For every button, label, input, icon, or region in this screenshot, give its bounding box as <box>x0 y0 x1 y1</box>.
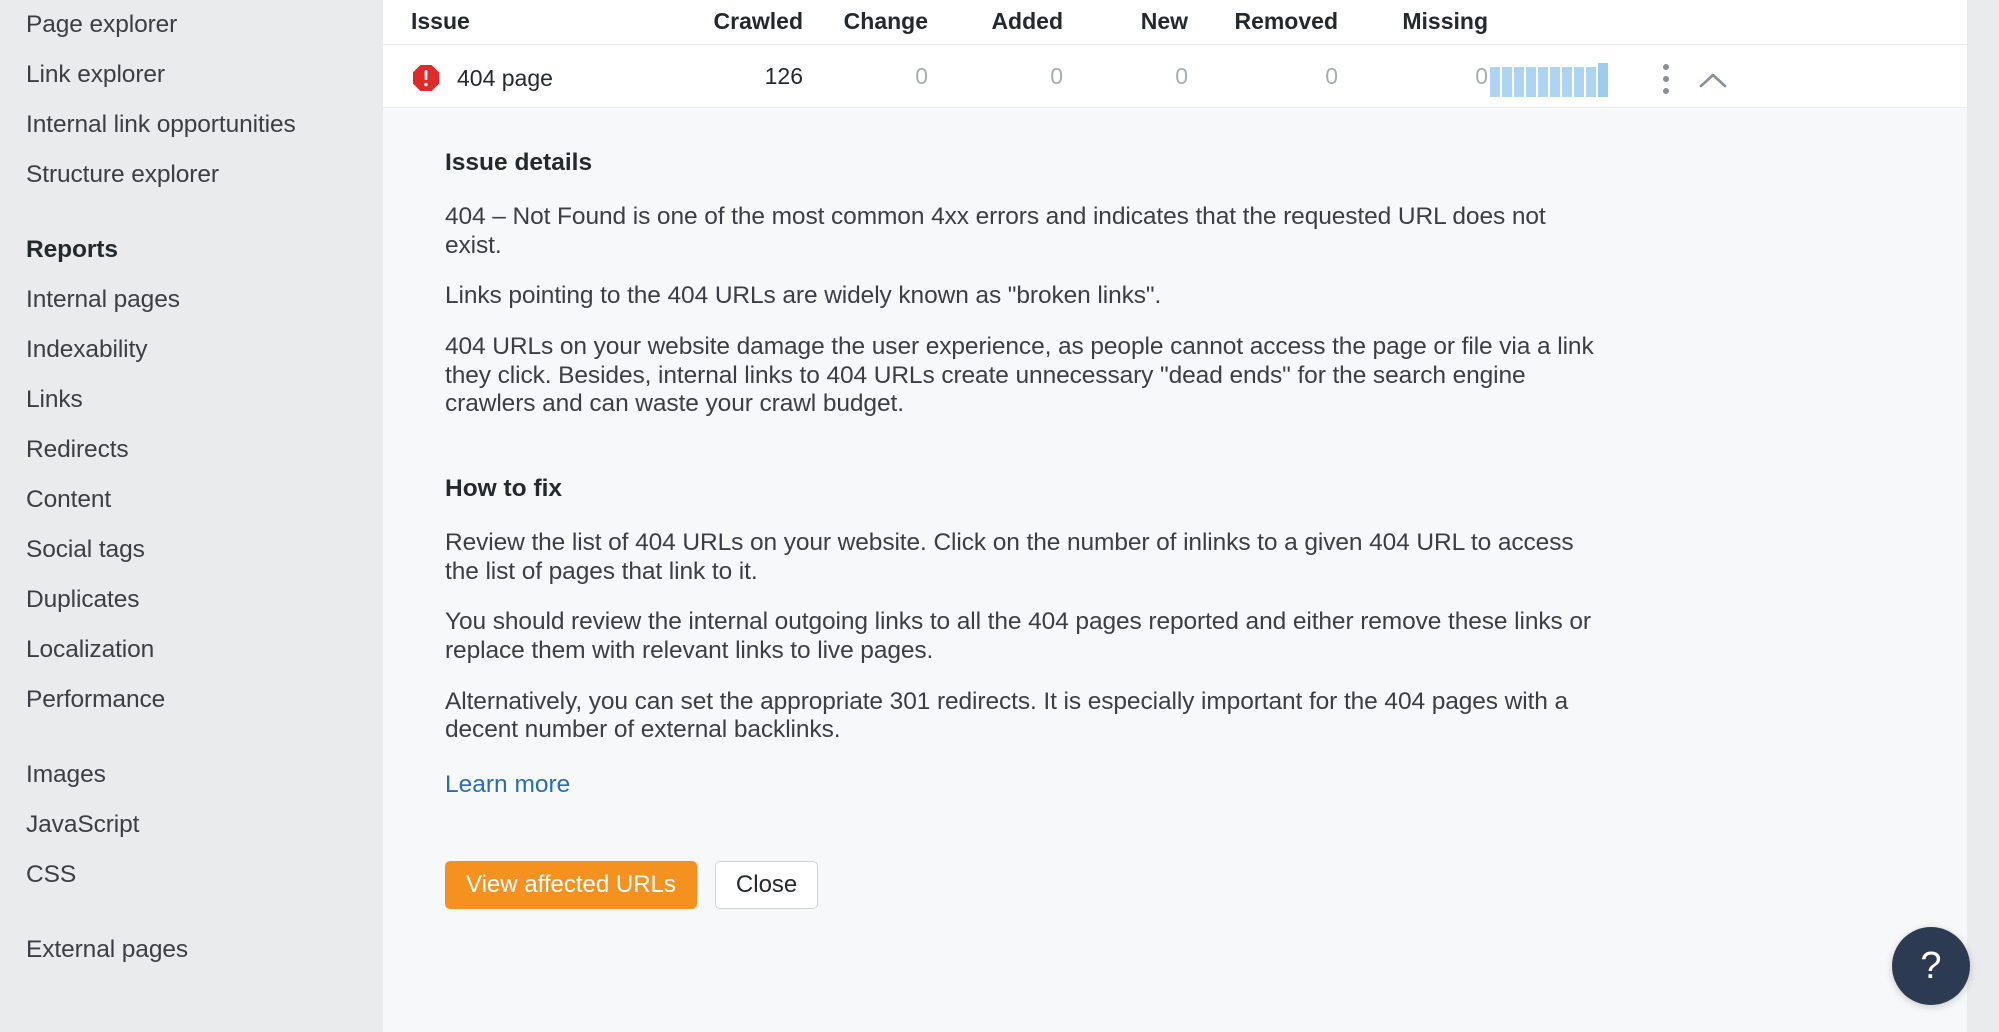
issue-cell: 404 page <box>411 63 553 93</box>
sidebar-item-links[interactable]: Links <box>0 375 383 425</box>
column-header-missing[interactable]: Missing <box>1338 8 1488 35</box>
cell-removed: 0 <box>1188 63 1338 90</box>
sidebar-divider-2 <box>0 725 383 750</box>
cell-change: 0 <box>803 63 928 90</box>
kebab-dot <box>1663 88 1669 94</box>
chevron-up-icon[interactable] <box>1693 67 1733 95</box>
sparkline-bar <box>1550 67 1560 97</box>
how-to-fix-paragraph-3: Alternatively, you can set the appropria… <box>445 688 1595 745</box>
learn-more-link[interactable]: Learn more <box>445 771 570 799</box>
cell-added: 0 <box>928 63 1063 90</box>
main-content: Issue Crawled Change Added New Removed <box>383 0 1967 1032</box>
column-header-missing-label: Missing <box>1338 8 1488 35</box>
sidebar-item-social-tags[interactable]: Social tags <box>0 525 383 575</box>
issue-details-heading: Issue details <box>445 149 1905 177</box>
sidebar-item-internal-pages[interactable]: Internal pages <box>0 275 383 325</box>
column-header-issue-label: Issue <box>411 8 470 35</box>
sparkline-bar <box>1538 67 1548 97</box>
column-header-crawled-label: Crawled <box>628 8 803 35</box>
view-affected-urls-button[interactable]: View affected URLs <box>445 861 697 909</box>
column-header-added[interactable]: Added <box>928 8 1063 35</box>
cell-missing: 0 <box>1338 63 1488 90</box>
kebab-dot <box>1663 64 1669 70</box>
sparkline-bar <box>1598 63 1608 97</box>
sparkline-bar <box>1490 67 1500 97</box>
sidebar-item-css[interactable]: CSS <box>0 850 383 900</box>
column-header-issue[interactable]: Issue <box>411 8 470 35</box>
issue-details-paragraph-2: Links pointing to the 404 URLs are widel… <box>445 282 1575 311</box>
issues-panel: Issue Crawled Change Added New Removed <box>383 0 1967 1032</box>
how-to-fix-paragraph-2: You should review the internal outgoing … <box>445 608 1595 665</box>
column-header-change-label: Change <box>803 8 928 35</box>
sidebar-divider-3 <box>0 900 383 925</box>
sidebar-item-link-explorer[interactable]: Link explorer <box>0 50 383 100</box>
sidebar-divider-1 <box>0 200 383 225</box>
sparkline-bar <box>1502 67 1512 97</box>
sidebar-item-redirects[interactable]: Redirects <box>0 425 383 475</box>
how-to-fix-heading: How to fix <box>445 475 1905 503</box>
sparkline-bar <box>1574 67 1584 97</box>
how-to-fix-paragraph-1: Review the list of 404 URLs on your webs… <box>445 529 1595 586</box>
column-header-new-label: New <box>1063 8 1188 35</box>
issue-details-paragraph-1: 404 – Not Found is one of the most commo… <box>445 203 1575 260</box>
sidebar-section-reports: Reports <box>0 225 383 275</box>
help-button[interactable]: ? <box>1892 927 1970 1005</box>
sidebar-item-javascript[interactable]: JavaScript <box>0 800 383 850</box>
sparkline-bar <box>1514 67 1524 97</box>
sparkline-chart <box>1490 63 1613 97</box>
sidebar-item-indexability[interactable]: Indexability <box>0 325 383 375</box>
sidebar-item-localization[interactable]: Localization <box>0 625 383 675</box>
sidebar-item-page-explorer[interactable]: Page explorer <box>0 0 383 50</box>
sidebar-item-internal-link-opportunities[interactable]: Internal link opportunities <box>0 100 383 150</box>
detail-action-buttons: View affected URLs Close <box>445 861 1905 909</box>
sidebar-item-content[interactable]: Content <box>0 475 383 525</box>
error-icon <box>411 63 441 93</box>
cell-new: 0 <box>1063 63 1188 90</box>
issues-table-header: Issue Crawled Change Added New Removed <box>383 0 1967 45</box>
right-gutter <box>1967 0 1999 1032</box>
cell-crawled[interactable]: 126 <box>628 63 803 90</box>
sparkline-bar <box>1586 67 1596 97</box>
issue-name: 404 page <box>457 65 553 92</box>
sparkline-bar <box>1526 67 1536 97</box>
column-header-change[interactable]: Change <box>803 8 928 35</box>
sidebar-item-images[interactable]: Images <box>0 750 383 800</box>
kebab-dot <box>1663 76 1669 82</box>
sparkline-bar <box>1562 67 1572 97</box>
more-options-icon[interactable] <box>1661 64 1671 96</box>
issue-details-paragraph-3: 404 URLs on your website damage the user… <box>445 333 1595 419</box>
sidebar-item-external-pages[interactable]: External pages <box>0 925 383 975</box>
app-root: Page explorer Link explorer Internal lin… <box>0 0 1999 1032</box>
column-header-crawled[interactable]: Crawled <box>628 8 803 35</box>
column-header-removed[interactable]: Removed <box>1188 8 1338 35</box>
sidebar-item-performance[interactable]: Performance <box>0 675 383 725</box>
sidebar-navigation: Page explorer Link explorer Internal lin… <box>0 0 383 1032</box>
column-header-added-label: Added <box>928 8 1063 35</box>
close-button[interactable]: Close <box>715 861 818 909</box>
issue-detail-panel: Issue details 404 – Not Found is one of … <box>383 109 1967 1032</box>
table-row[interactable]: 404 page 126 0 0 0 0 0 <box>383 45 1967 108</box>
column-header-removed-label: Removed <box>1188 8 1338 35</box>
sidebar-item-structure-explorer[interactable]: Structure explorer <box>0 150 383 200</box>
sidebar-item-duplicates[interactable]: Duplicates <box>0 575 383 625</box>
column-header-new[interactable]: New <box>1063 8 1188 35</box>
